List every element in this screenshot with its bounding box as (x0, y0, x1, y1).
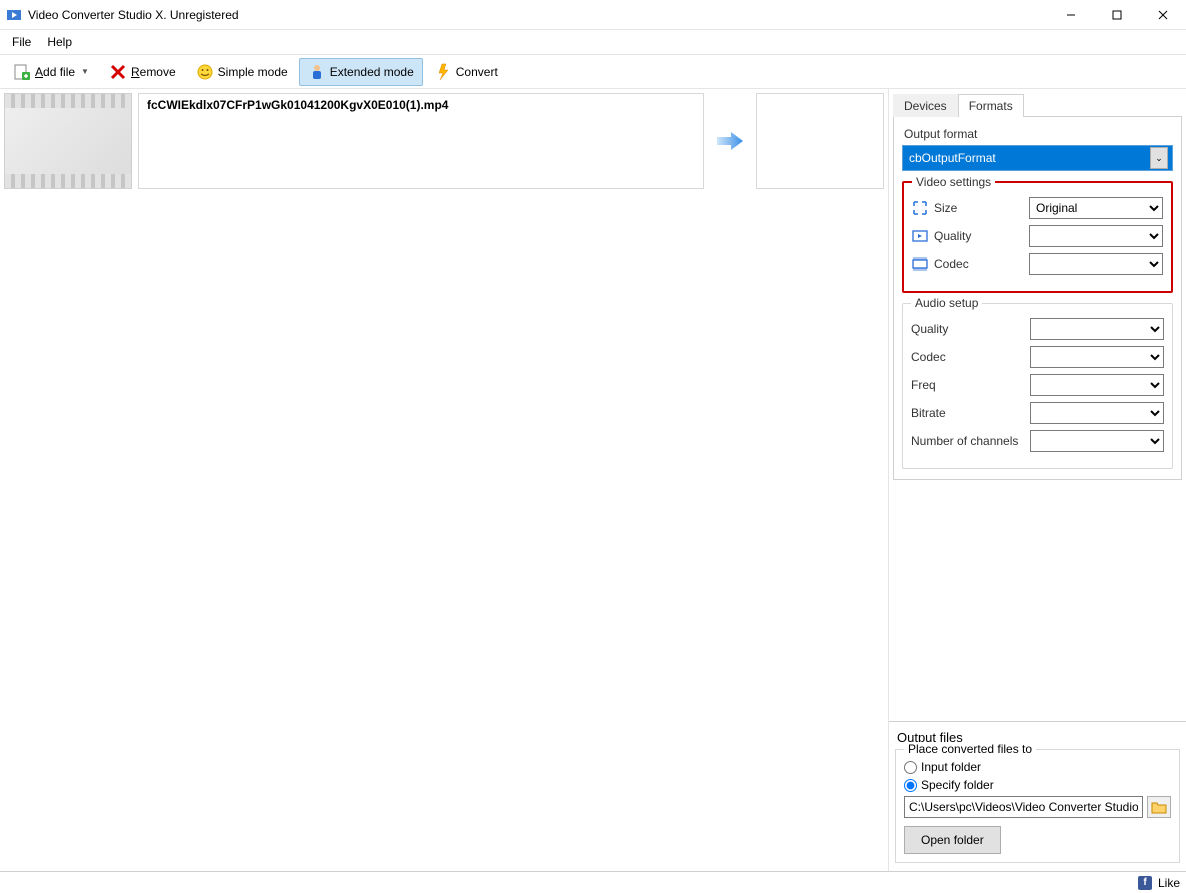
toolbar: Add file ▼ Remove Simple mode Extended m… (0, 55, 1186, 89)
output-files-section: Output files Place converted files to In… (889, 721, 1186, 871)
video-settings-legend: Video settings (912, 175, 995, 189)
simple-mode-button[interactable]: Simple mode (187, 58, 297, 86)
place-group: Place converted files to Input folder Sp… (895, 749, 1180, 863)
audio-setup-group: Audio setup Quality Codec Freq Bitrate N… (902, 303, 1173, 469)
app-icon (6, 7, 22, 23)
output-path-input[interactable] (904, 796, 1143, 818)
radio-specify-folder-label: Specify folder (921, 778, 994, 792)
size-select[interactable]: Original (1029, 197, 1163, 219)
simple-mode-label: Simple mode (218, 65, 288, 79)
audio-quality-select[interactable] (1030, 318, 1164, 340)
codec-icon (912, 256, 928, 272)
audio-channels-label: Number of channels (911, 434, 1024, 448)
extended-mode-label: Extended mode (330, 65, 414, 79)
audio-freq-select[interactable] (1030, 374, 1164, 396)
right-tabs: Devices Formats (893, 93, 1182, 117)
audio-codec-label: Codec (911, 350, 1024, 364)
convert-button[interactable]: Convert (425, 58, 507, 86)
audio-freq-label: Freq (911, 378, 1024, 392)
convert-icon (434, 63, 452, 81)
folder-open-icon (1151, 800, 1167, 814)
video-codec-select[interactable] (1029, 253, 1163, 275)
convert-label: Convert (456, 65, 498, 79)
file-list: fcCWIEkdlx07CFrP1wGk01041200KgvX0E010(1)… (0, 89, 888, 871)
file-row[interactable]: fcCWIEkdlx07CFrP1wGk01041200KgvX0E010(1)… (4, 93, 884, 195)
video-quality-select[interactable] (1029, 225, 1163, 247)
size-label: Size (934, 201, 1023, 215)
chevron-down-icon: ▼ (81, 67, 89, 76)
menu-file[interactable]: File (4, 32, 39, 52)
output-format-value: cbOutputFormat (909, 151, 996, 165)
add-file-button[interactable]: Add file ▼ (4, 58, 98, 86)
remove-icon (109, 63, 127, 81)
extended-mode-icon (308, 63, 326, 81)
source-thumbnail (4, 93, 132, 189)
output-format-label: Output format (904, 127, 1173, 141)
video-settings-group: Video settings Size Original Quality Cod… (902, 181, 1173, 293)
radio-specify-folder-input[interactable] (904, 779, 917, 792)
place-legend: Place converted files to (904, 742, 1036, 756)
menu-help[interactable]: Help (39, 32, 80, 52)
titlebar: Video Converter Studio X. Unregistered (0, 0, 1186, 30)
quality-icon (912, 228, 928, 244)
remove-button[interactable]: Remove (100, 58, 185, 86)
video-quality-label: Quality (934, 229, 1023, 243)
video-codec-label: Codec (934, 257, 1023, 271)
window-title: Video Converter Studio X. Unregistered (28, 8, 1048, 22)
close-button[interactable] (1140, 0, 1186, 30)
minimize-button[interactable] (1048, 0, 1094, 30)
add-file-icon (13, 63, 31, 81)
statusbar: f Like (0, 871, 1186, 893)
maximize-button[interactable] (1094, 0, 1140, 30)
audio-bitrate-select[interactable] (1030, 402, 1164, 424)
output-thumbnail (756, 93, 884, 189)
radio-input-folder-label: Input folder (921, 760, 981, 774)
radio-specify-folder[interactable]: Specify folder (904, 778, 1171, 792)
arrow-icon (710, 93, 750, 189)
facebook-icon[interactable]: f (1138, 876, 1152, 890)
audio-codec-select[interactable] (1030, 346, 1164, 368)
tab-formats[interactable]: Formats (958, 94, 1024, 117)
audio-quality-label: Quality (911, 322, 1024, 336)
menubar: File Help (0, 30, 1186, 55)
chevron-down-icon: ⌄ (1150, 147, 1168, 169)
open-folder-button[interactable]: Open folder (904, 826, 1001, 854)
file-name: fcCWIEkdlx07CFrP1wGk01041200KgvX0E010(1)… (138, 93, 704, 189)
formats-panel: Output format cbOutputFormat ⌄ Video set… (893, 117, 1182, 480)
radio-input-folder-input[interactable] (904, 761, 917, 774)
audio-channels-select[interactable] (1030, 430, 1164, 452)
output-format-combo[interactable]: cbOutputFormat ⌄ (902, 145, 1173, 171)
add-file-label: dd file (43, 65, 75, 79)
size-icon (912, 200, 928, 216)
browse-folder-button[interactable] (1147, 796, 1171, 818)
tab-devices[interactable]: Devices (893, 94, 958, 117)
extended-mode-button[interactable]: Extended mode (299, 58, 423, 86)
like-label[interactable]: Like (1158, 876, 1180, 890)
simple-mode-icon (196, 63, 214, 81)
audio-bitrate-label: Bitrate (911, 406, 1024, 420)
audio-setup-legend: Audio setup (911, 296, 982, 310)
radio-input-folder[interactable]: Input folder (904, 760, 1171, 774)
